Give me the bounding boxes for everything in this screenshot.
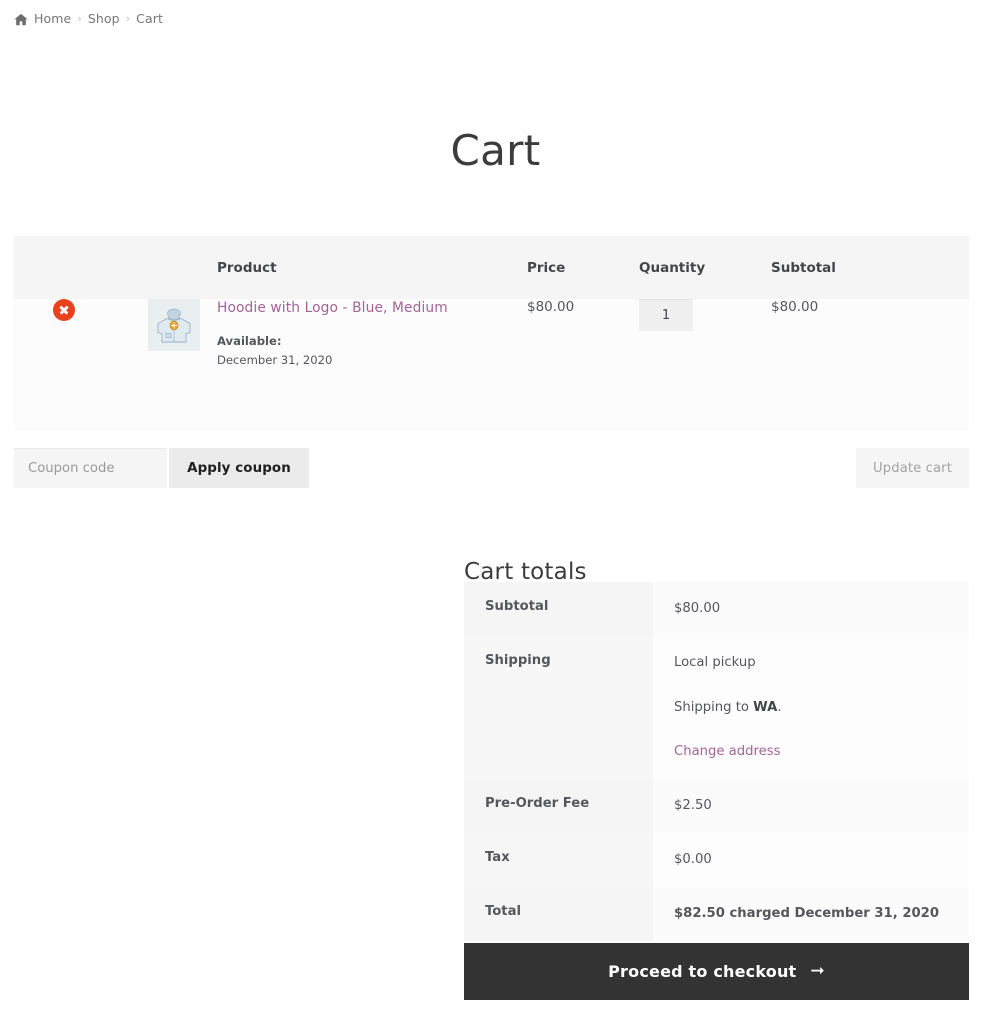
- totals-label-shipping: Shipping: [464, 635, 653, 780]
- breadcrumb-separator-2: ›: [125, 12, 131, 25]
- table-row: Hoodie with Logo - Blue, Medium Availabl…: [14, 299, 969, 431]
- totals-value-total: $82.50 charged December 31, 2020: [653, 886, 969, 941]
- totals-label-tax: Tax: [464, 832, 653, 887]
- cell-price: $80.00: [527, 299, 639, 431]
- product-meta-value: December 31, 2020: [217, 353, 333, 368]
- totals-value-preorder-fee: $2.50: [653, 779, 969, 833]
- change-address-link[interactable]: Change address: [674, 744, 781, 759]
- cart-totals-table: Subtotal $80.00 Shipping Local pickup Sh…: [464, 582, 969, 941]
- totals-value-subtotal: $80.00: [653, 582, 969, 636]
- shipping-destination: Shipping to WA.: [674, 698, 969, 718]
- column-header-subtotal: Subtotal: [771, 236, 969, 299]
- cart-actions-row: Apply coupon Update cart: [14, 448, 969, 488]
- cell-subtotal: $80.00: [771, 299, 969, 431]
- cart-items-table: Product Price Quantity Subtotal Hoodie w…: [14, 236, 969, 431]
- cell-product: Hoodie with Logo - Blue, Medium Availabl…: [217, 299, 527, 431]
- column-header-product: Product: [217, 236, 527, 299]
- totals-label-total: Total: [464, 886, 653, 941]
- cart-table-header-row: Product Price Quantity Subtotal: [14, 236, 969, 299]
- breadcrumb-separator-1: ›: [77, 12, 82, 25]
- breadcrumb-link-shop[interactable]: Shop: [88, 11, 120, 26]
- shipping-to-region: WA: [753, 699, 778, 715]
- checkout-button-label: Proceed to checkout: [608, 962, 797, 981]
- product-meta: Available: December 31, 2020: [217, 332, 527, 370]
- cell-quantity: [639, 299, 771, 431]
- proceed-to-checkout-button[interactable]: Proceed to checkout ➞: [464, 943, 969, 1000]
- breadcrumb-link-home[interactable]: Home: [34, 11, 71, 26]
- column-header-remove: [14, 236, 99, 299]
- page-title: Cart: [450, 126, 541, 176]
- totals-row-preorder-fee: Pre-Order Fee $2.50: [464, 779, 969, 833]
- cell-remove: [14, 299, 99, 431]
- hoodie-thumbnail[interactable]: [148, 299, 200, 351]
- totals-row-total: Total $82.50 charged December 31, 2020: [464, 886, 969, 941]
- arrow-right-icon: ➞: [810, 961, 825, 981]
- totals-row-subtotal: Subtotal $80.00: [464, 582, 969, 636]
- cart-totals-body: Subtotal $80.00 Shipping Local pickup Sh…: [464, 582, 969, 941]
- shipping-to-prefix: Shipping to: [674, 699, 754, 715]
- totals-value-tax: $0.00: [653, 832, 969, 887]
- column-header-quantity: Quantity: [639, 236, 771, 299]
- totals-row-tax: Tax $0.00: [464, 832, 969, 887]
- shipping-method: Local pickup: [674, 654, 756, 670]
- quantity-stepper[interactable]: [639, 299, 693, 331]
- shipping-to-suffix: .: [777, 699, 782, 715]
- cart-table-body: Hoodie with Logo - Blue, Medium Availabl…: [14, 299, 969, 431]
- apply-coupon-button[interactable]: Apply coupon: [169, 448, 309, 488]
- change-address-line: Change address: [674, 742, 969, 762]
- cell-thumbnail: [99, 299, 217, 431]
- update-cart-button[interactable]: Update cart: [856, 448, 969, 488]
- breadcrumb-current-cart: Cart: [136, 11, 164, 26]
- cart-table-head: Product Price Quantity Subtotal: [14, 236, 969, 299]
- coupon-code-input[interactable]: [14, 448, 167, 488]
- remove-circle-icon[interactable]: [53, 299, 75, 321]
- home-icon: [14, 13, 28, 27]
- column-header-thumbnail: [99, 236, 217, 299]
- product-meta-label: Available:: [217, 334, 282, 349]
- breadcrumb: Home › Shop › Cart: [14, 11, 163, 26]
- totals-row-shipping: Shipping Local pickup Shipping to WA. Ch…: [464, 635, 969, 780]
- product-name-link[interactable]: Hoodie with Logo - Blue, Medium: [217, 299, 527, 318]
- totals-label-subtotal: Subtotal: [464, 582, 653, 636]
- totals-value-shipping: Local pickup Shipping to WA. Change addr…: [653, 635, 969, 780]
- totals-label-preorder-fee: Pre-Order Fee: [464, 779, 653, 833]
- column-header-price: Price: [527, 236, 639, 299]
